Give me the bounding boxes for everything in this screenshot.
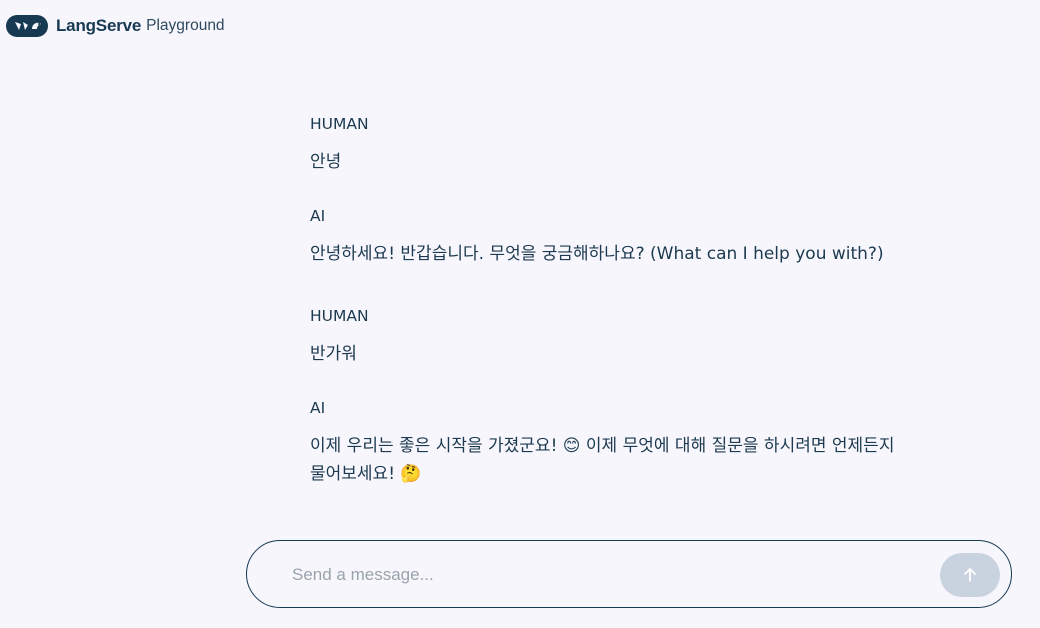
message-text: 안녕: [310, 152, 342, 172]
message-text: 안녕하세요! 반갑습니다. 무엇을 궁금해하나요? (What can I he…: [310, 244, 884, 264]
message-text: 이제 우리는 좋은 시작을 가졌군요! 😊 이제 무엇에 대해 질문을 하시려면…: [310, 436, 895, 484]
message-role: AI: [310, 399, 326, 417]
message-ai: AI 안녕하세요! 반갑습니다. 무엇을 궁금해하나요? (What can I…: [310, 206, 950, 268]
message-role: HUMAN: [310, 115, 369, 133]
message-text: 반가워: [310, 344, 357, 364]
message-ai: AI 이제 우리는 좋은 시작을 가졌군요! 😊 이제 무엇에 대해 질문을 하…: [310, 398, 950, 488]
brand-name: LangServe: [56, 16, 142, 35]
app-header: LangServe Playground: [6, 14, 225, 38]
message-composer: [246, 540, 1012, 608]
brand-subtitle: Playground: [146, 17, 225, 34]
message-human: HUMAN 안녕: [310, 114, 369, 176]
message-input[interactable]: [290, 561, 914, 589]
message-human: HUMAN 반가워: [310, 306, 369, 368]
message-role: AI: [310, 207, 326, 225]
send-button[interactable]: [940, 553, 1000, 597]
parrot-chain-logo-icon: [6, 15, 48, 37]
message-role: HUMAN: [310, 307, 369, 325]
arrow-up-icon: [964, 568, 976, 582]
